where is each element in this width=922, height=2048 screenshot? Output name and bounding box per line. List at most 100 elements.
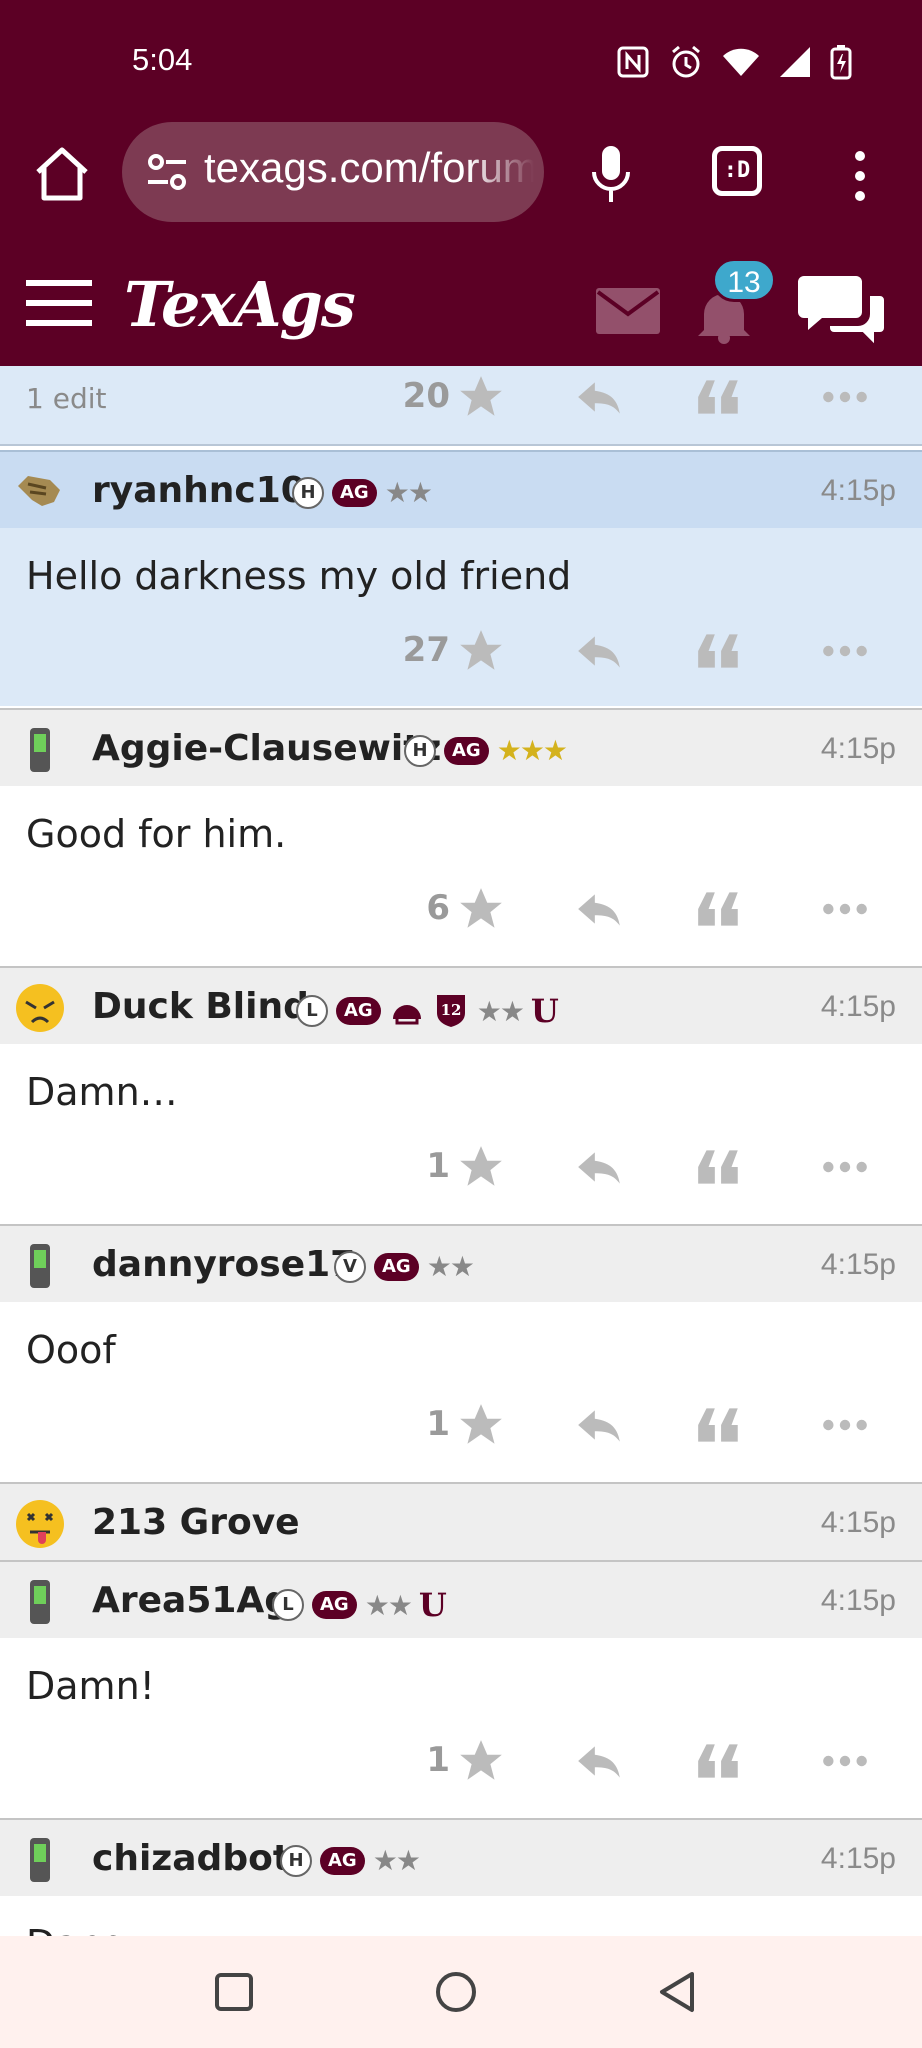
post-actions: 1 (0, 1732, 922, 1802)
hamburger-menu-icon[interactable] (26, 278, 92, 328)
post-text: Good for him. (26, 812, 287, 856)
rating-stars: ★★ (384, 476, 433, 509)
reply-icon[interactable] (574, 1400, 624, 1450)
post-time[interactable]: 4:15p (821, 1248, 896, 1282)
star-icon[interactable] (456, 1400, 506, 1450)
post: Duck Blind L AG 12 ★★ U 4:15p Damn… 1 (0, 966, 922, 1222)
post-time[interactable]: 4:15p (821, 1506, 896, 1540)
avatar[interactable] (14, 1240, 66, 1292)
avatar[interactable] (14, 1498, 66, 1550)
like-count: 6 (426, 888, 450, 928)
url-bar[interactable]: texags.com/forums (122, 122, 544, 222)
username[interactable]: ryanhnc10 (92, 470, 306, 511)
post: ryanhnc10 H AG ★★ 4:15p Hello darkness m… (0, 450, 922, 706)
badge-u: U (418, 1586, 447, 1624)
signal-icon (780, 47, 810, 77)
post-time[interactable]: 4:15p (821, 1842, 896, 1876)
badge-u: U (530, 992, 559, 1030)
like-count: 1 (426, 1740, 450, 1780)
post: Aggie-Clausewitz H AG ★★★ 4:15p Good for… (0, 708, 922, 964)
browser-toolbar: texags.com/forums :D (0, 120, 922, 228)
more-icon[interactable] (820, 1736, 870, 1786)
home-nav-icon[interactable] (434, 1970, 478, 2014)
recent-apps-icon[interactable] (214, 1972, 254, 2012)
user-badges: H AG ★★★ (404, 734, 568, 767)
post-header: chizadbot H AG ★★ 4:15p (0, 1818, 922, 1896)
more-icon[interactable] (820, 1142, 870, 1192)
more-icon[interactable] (820, 372, 870, 422)
more-icon[interactable] (820, 626, 870, 676)
reply-icon[interactable] (574, 1736, 624, 1786)
quote-icon[interactable] (694, 626, 744, 676)
status-bar: 5:04 (0, 0, 922, 120)
star-icon[interactable] (456, 372, 506, 422)
username[interactable]: 213 Grove (92, 1502, 300, 1543)
site-settings-icon[interactable] (146, 152, 188, 192)
post-time[interactable]: 4:15p (821, 474, 896, 508)
badge-ag: AG (444, 736, 489, 765)
notification-badge: 13 (712, 258, 776, 302)
home-icon[interactable] (30, 142, 94, 206)
username[interactable]: Aggie-Clausewitz (92, 728, 441, 769)
quote-icon[interactable] (694, 884, 744, 934)
reply-icon[interactable] (574, 884, 624, 934)
post-text: Dang (26, 1922, 127, 1936)
star-icon[interactable] (456, 626, 506, 676)
badge-l: L (296, 995, 328, 1027)
quote-icon[interactable] (694, 1400, 744, 1450)
post-time[interactable]: 4:15p (821, 990, 896, 1024)
post-actions: 6 (0, 880, 922, 950)
more-icon[interactable] (820, 1400, 870, 1450)
post-time[interactable]: 4:15p (821, 1584, 896, 1618)
badge-ag: AG (374, 1252, 419, 1281)
post: chizadbot H AG ★★ 4:15p Dang (0, 1818, 922, 1936)
status-time: 5:04 (132, 42, 193, 77)
reply-icon[interactable] (574, 1142, 624, 1192)
more-icon[interactable] (820, 884, 870, 934)
post-actions: 20 (0, 368, 922, 438)
post-text: Hello darkness my old friend (26, 554, 572, 598)
quote-icon[interactable] (694, 1142, 744, 1192)
badge-h: H (404, 734, 436, 767)
star-icon[interactable] (456, 1736, 506, 1786)
reply-icon[interactable] (574, 626, 624, 676)
like-count: 1 (426, 1146, 450, 1186)
status-icons (616, 44, 852, 80)
quote-icon[interactable] (694, 372, 744, 422)
star-icon[interactable] (456, 1142, 506, 1192)
badge-ag: AG (336, 997, 381, 1025)
reply-icon[interactable] (574, 372, 624, 422)
site-header: TexAgs 13 (0, 258, 922, 366)
tabs-button[interactable]: :D (712, 146, 762, 196)
avatar[interactable] (14, 1576, 66, 1628)
rating-stars: ★★ (476, 994, 525, 1028)
mail-icon[interactable] (596, 288, 660, 334)
user-badges: L AG 12 ★★ U (296, 992, 559, 1030)
avatar[interactable] (14, 466, 66, 518)
battery-icon (830, 45, 852, 80)
post-body: Damn! 1 (0, 1638, 922, 1816)
microphone-icon[interactable] (586, 144, 636, 204)
quote-icon[interactable] (694, 1736, 744, 1786)
username[interactable]: dannyrose17 (92, 1244, 355, 1285)
post-text: Damn… (26, 1070, 178, 1114)
avatar[interactable] (14, 1834, 66, 1886)
back-icon[interactable] (656, 1970, 698, 2014)
star-icon[interactable] (456, 884, 506, 934)
avatar[interactable] (14, 724, 66, 776)
username[interactable]: Duck Blind (92, 986, 309, 1027)
username[interactable]: Area51Ag (92, 1580, 290, 1621)
post-time[interactable]: 4:15p (821, 732, 896, 766)
more-menu-icon[interactable] (850, 146, 870, 206)
post-body: Hello darkness my old friend 27 (0, 528, 922, 706)
rating-stars: ★★★ (496, 734, 568, 767)
badge-h: H (280, 1844, 312, 1877)
site-logo[interactable]: TexAgs (124, 268, 356, 341)
chat-icon[interactable] (796, 272, 888, 352)
shield-12-icon: 12 (436, 995, 465, 1027)
thread-content: 1 edit 20 ryanhnc10 H AG ★★ 4:15p Hello … (0, 366, 922, 1936)
post-actions: 1 (0, 1396, 922, 1466)
post-body: Ooof 1 (0, 1302, 922, 1480)
avatar[interactable] (14, 982, 66, 1034)
username[interactable]: chizadbot (92, 1838, 290, 1879)
